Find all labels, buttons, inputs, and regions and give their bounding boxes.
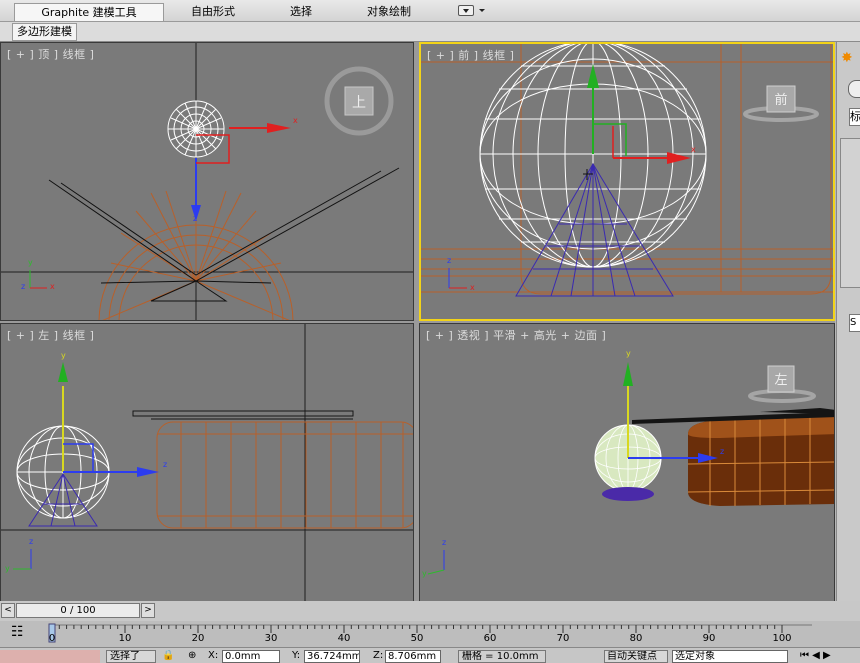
tripod-z-label: z (447, 256, 451, 265)
tripod-z-label: z (21, 282, 25, 291)
selection-set-dropdown[interactable]: 选定对象 (672, 650, 788, 663)
next-frame-button[interactable]: > (141, 603, 155, 618)
track-bar[interactable]: ☷ 0 10 20 30 40 50 60 70 80 90 100 (0, 621, 860, 647)
tab-graphite[interactable]: Graphite 建模工具 (14, 3, 164, 21)
glass-plate (132, 410, 354, 420)
viewport-label[interactable]: [ + ] 左 ] 线框 ] (7, 327, 94, 343)
x-coord-label: X: (208, 650, 219, 661)
tripod-y-label: y (422, 569, 427, 578)
axis-tripod (427, 550, 445, 575)
tab-selection[interactable]: 选择 (276, 3, 326, 21)
track-tick-label: 40 (337, 633, 351, 644)
viewport-label[interactable]: [ + ] 前 ] 线框 ] (427, 47, 514, 63)
3dsmax-window: Graphite 建模工具 自由形式 选择 对象绘制 多边形建模 [ + ] 顶… (0, 0, 860, 663)
gizmo-x-label: x (691, 145, 696, 154)
tripod-y-label: y (28, 258, 33, 267)
grid-status: 栅格 = 10.0mm (458, 650, 546, 663)
leg-wireframe (48, 167, 400, 302)
z-coord-field[interactable]: 8.706mm (385, 650, 441, 663)
track-tick-label: 30 (264, 633, 278, 644)
object-type-rollout (840, 138, 860, 288)
viewport-perspective[interactable]: [ + ] 透视 ] 平滑 + 高光 + 边面 ] y z 左 z y (419, 323, 835, 602)
command-panel[interactable]: ✸ 标 S (836, 42, 860, 602)
gizmo-x-label: x (293, 116, 298, 125)
object-type-dropdown[interactable]: 标 (849, 108, 860, 126)
transform-gizmo (191, 123, 291, 221)
view-cube-label: 前 (774, 92, 787, 108)
tripod-z-label: z (29, 537, 33, 546)
view-cube-label: 左 (774, 373, 787, 388)
track-tick-label: 10 (118, 633, 132, 644)
selection-status: 选择了 (106, 650, 156, 663)
gizmo-z-label: z (193, 214, 197, 223)
polygon-modeling-tab[interactable]: 多边形建模 (12, 23, 77, 41)
tripod-x-label: x (50, 282, 55, 291)
viewport-left[interactable]: [ + ] 左 ] 线框 ] y z z y (0, 323, 414, 602)
tab-object-paint[interactable]: 对象绘制 (352, 3, 426, 21)
auto-key-button[interactable]: 自动关键点 (604, 650, 668, 663)
transform-gizmo (587, 64, 691, 164)
view-cube-label: 上 (352, 95, 366, 111)
ribbon-tab-bar: Graphite 建模工具 自由形式 选择 对象绘制 (0, 0, 860, 22)
gizmo-y-label: y (61, 351, 66, 360)
viewport-front[interactable]: [ + ] 前 ] 线框 ] x 前 z x (419, 42, 835, 321)
lock-icon[interactable]: 🔒 (162, 650, 174, 663)
x-coord-field[interactable]: 0.0mm (222, 650, 280, 663)
table-side-wireframe (156, 421, 413, 529)
transform-gizmo (58, 362, 159, 477)
home-grid (1, 43, 413, 320)
axis-tripod (13, 549, 32, 570)
tab-freeform[interactable]: 自由形式 (176, 3, 250, 21)
sphere-top-wireframe (167, 100, 225, 158)
playback-controls[interactable]: ⏮ ◀ ▶ (800, 650, 850, 663)
viewport-splitter-horizontal[interactable] (0, 321, 835, 323)
maxscript-listener[interactable] (0, 650, 100, 663)
viewport-label[interactable]: [ + ] 透视 ] 平滑 + 高光 + 边面 ] (426, 327, 606, 343)
gizmo-y-label: y (626, 349, 631, 358)
axis-tripod (448, 268, 467, 289)
track-tick-label: 100 (772, 633, 792, 644)
sun-icon[interactable]: ✸ (841, 50, 853, 66)
viewport-label[interactable]: [ + ] 顶 ] 线框 ] (7, 46, 94, 62)
prev-frame-button[interactable]: < (1, 603, 15, 618)
y-coord-field[interactable]: 36.724mm (304, 650, 360, 663)
chevron-down-icon[interactable] (479, 9, 485, 12)
track-tick-label: 20 (191, 633, 205, 644)
tripod-x-label: x (470, 283, 475, 292)
time-slider[interactable]: 0 / 100 (16, 603, 140, 618)
track-tick-label: 90 (702, 633, 716, 644)
ribbon-options-button[interactable] (458, 5, 474, 16)
ribbon-panel: 多边形建模 (0, 22, 860, 42)
tripod-z-label: z (442, 538, 446, 547)
axis-tripod (29, 270, 47, 289)
transform-mode-icon[interactable]: ⊕ (188, 650, 200, 663)
track-tick-label: 0 (48, 633, 56, 644)
tripod-y-label: y (5, 564, 10, 573)
viewport-top[interactable]: [ + ] 顶 ] 线框 ] x z 上 y x z (0, 42, 414, 321)
name-field[interactable]: S (849, 314, 860, 332)
track-tick-label: 70 (556, 633, 570, 644)
gizmo-z-label: z (720, 447, 724, 456)
table-shaded (687, 416, 834, 506)
track-tick-label: 60 (483, 633, 497, 644)
create-geometry-button[interactable] (848, 80, 860, 98)
track-tick-label: 50 (410, 633, 424, 644)
gizmo-z-label: z (163, 460, 167, 469)
track-tick-label: 80 (629, 633, 643, 644)
